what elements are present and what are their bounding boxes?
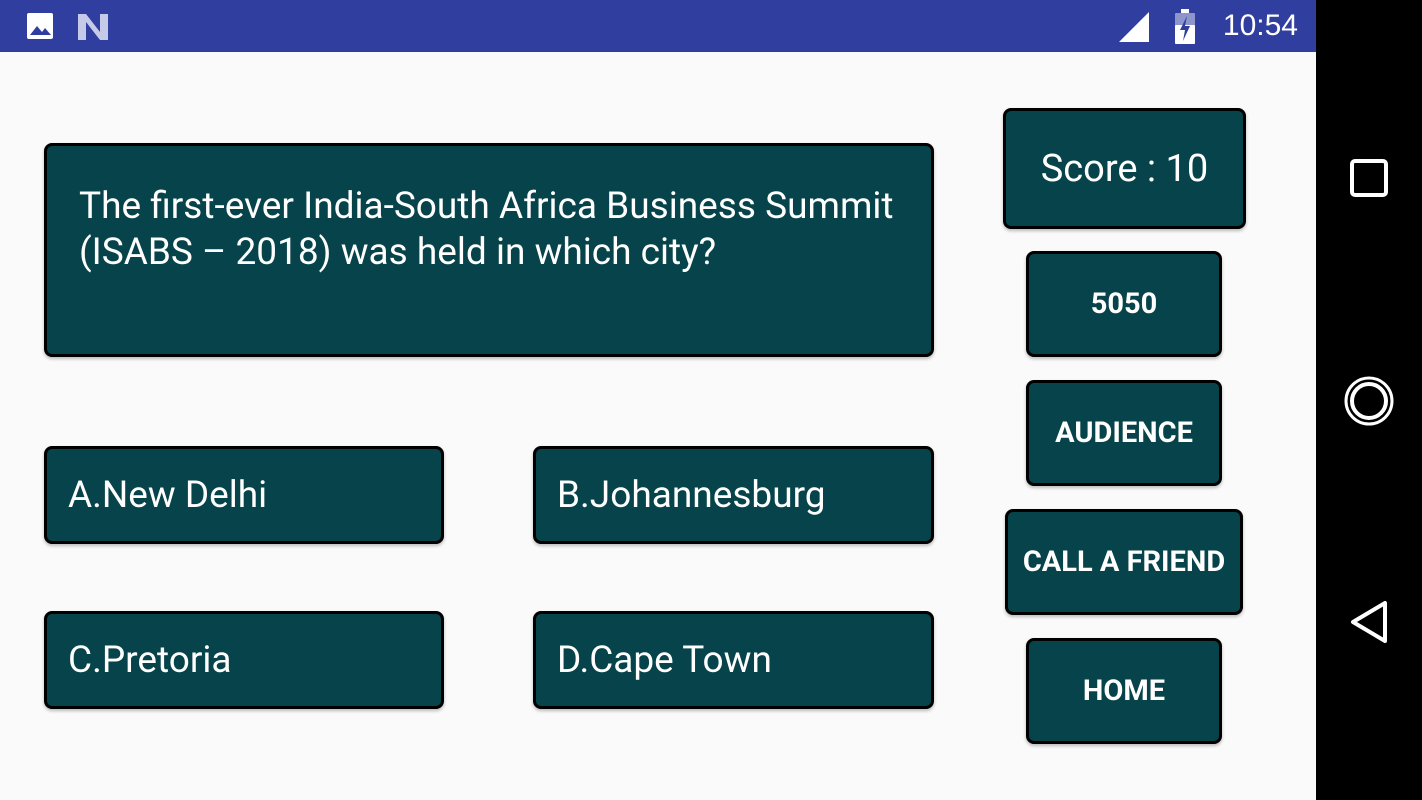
back-triangle-icon[interactable] [1349, 599, 1389, 649]
call-a-friend-label: CALL A FRIEND [1022, 545, 1226, 579]
question-card: The first-ever India-South Africa Busine… [44, 143, 934, 357]
call-a-friend-button[interactable]: CALL A FRIEND [1005, 509, 1243, 615]
fifty-fifty-button[interactable]: 5050 [1026, 251, 1222, 357]
home-button[interactable]: HOME [1026, 638, 1222, 744]
cell-signal-icon [1118, 11, 1150, 47]
score-display: Score : 10 [1003, 108, 1246, 229]
audience-label: AUDIENCE [1055, 416, 1193, 450]
quiz-screen: 10:54 The first-ever India-South Africa … [0, 0, 1422, 800]
option-a-label: A.New Delhi [68, 473, 268, 517]
question-text: The first-ever India-South Africa Busine… [79, 185, 894, 274]
option-a-button[interactable]: A.New Delhi [44, 446, 444, 544]
n-notification-icon [76, 12, 110, 46]
option-b-button[interactable]: B.Johannesburg [533, 446, 934, 544]
score-label: Score : 10 [1040, 146, 1209, 191]
status-bar: 10:54 [0, 0, 1316, 52]
fifty-fifty-label: 5050 [1090, 287, 1158, 321]
option-b-label: B.Johannesburg [557, 473, 826, 517]
option-c-label: C.Pretoria [68, 638, 232, 682]
battery-charging-icon [1174, 9, 1196, 49]
home-label: HOME [1082, 674, 1166, 708]
audience-button[interactable]: AUDIENCE [1026, 380, 1222, 486]
option-d-button[interactable]: D.Cape Town [533, 611, 934, 709]
status-time: 10:54 [1222, 9, 1298, 42]
home-circle-icon[interactable] [1343, 375, 1395, 431]
navigation-bar [1316, 0, 1422, 800]
option-d-label: D.Cape Town [557, 638, 772, 682]
option-c-button[interactable]: C.Pretoria [44, 611, 444, 709]
image-notification-icon [26, 12, 54, 44]
recents-square-icon[interactable] [1349, 158, 1389, 202]
